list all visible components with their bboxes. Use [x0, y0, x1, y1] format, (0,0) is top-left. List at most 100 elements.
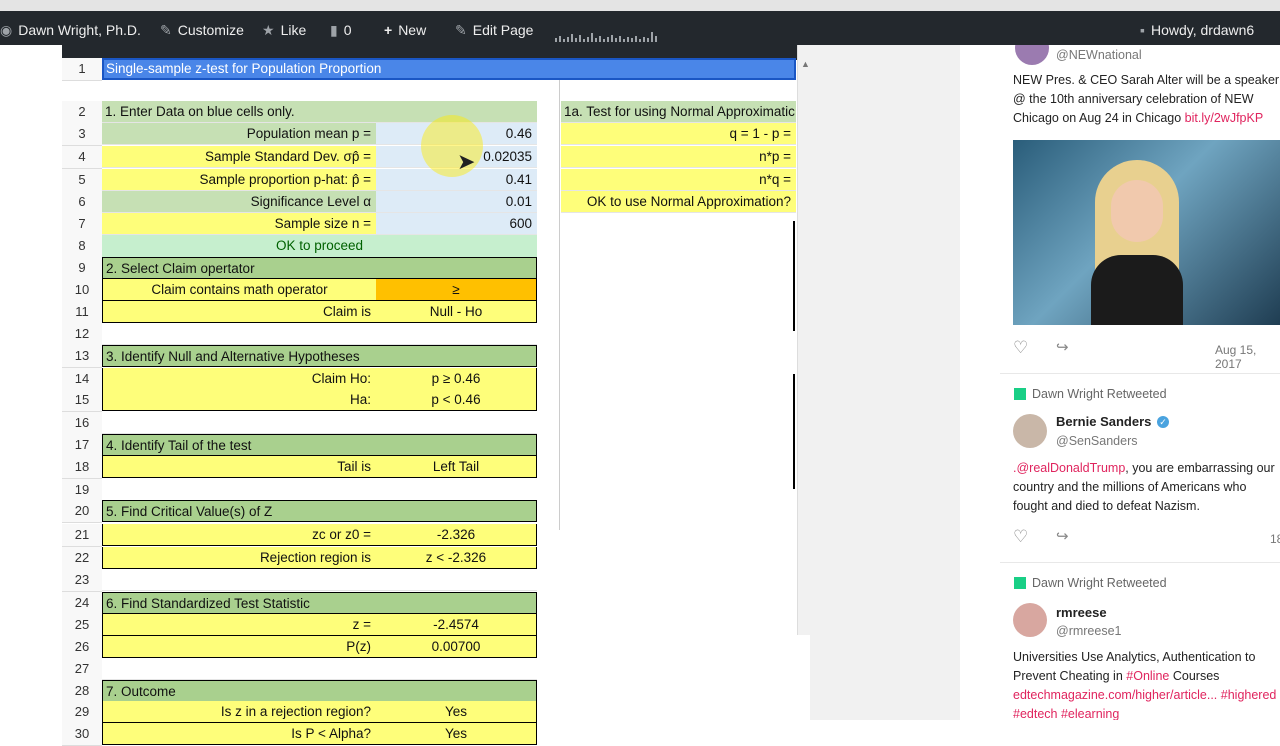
tweet-photo[interactable] — [1013, 140, 1280, 325]
value-cell[interactable] — [376, 500, 537, 522]
value-cell[interactable]: Null - Ho — [376, 301, 537, 323]
tweet-link[interactable]: bit.ly/2wJfpKP — [1185, 111, 1264, 125]
label-cell[interactable] — [102, 479, 376, 501]
new-content-link[interactable]: + New — [384, 18, 426, 42]
tweet-link[interactable]: edtechmagazine.com/higher/article... — [1013, 688, 1217, 702]
tweet-handle[interactable]: @rmreese1 — [1056, 624, 1122, 638]
label-cell[interactable]: Claim contains math operator — [102, 279, 376, 301]
value-cell[interactable]: ≥ — [376, 279, 537, 301]
label-cell[interactable]: z = — [102, 614, 376, 636]
value-cell[interactable]: -2.4574 — [376, 614, 537, 636]
value-cell[interactable] — [376, 479, 537, 501]
normal-approx-cell[interactable]: n*q = — [561, 169, 796, 191]
label-cell[interactable]: Claim is — [102, 301, 376, 323]
tweet-author-name[interactable]: rmreese — [1056, 605, 1107, 620]
scroll-up-arrow-icon[interactable]: ▲ — [801, 59, 810, 69]
tweet-handle[interactable]: @SenSanders — [1056, 434, 1138, 448]
value-cell[interactable] — [376, 257, 537, 279]
value-cell[interactable] — [376, 680, 537, 702]
label-cell[interactable]: 4. Identify Tail of the test — [102, 434, 376, 456]
value-cell[interactable]: 600 — [376, 213, 537, 235]
normal-approx-cell[interactable]: OK to use Normal Approximation? — [561, 191, 796, 213]
row-number: 4 — [62, 146, 102, 169]
value-cell[interactable] — [376, 569, 537, 591]
label-cell[interactable]: Sample proportion p-hat: p̂ = — [102, 169, 376, 191]
like-heart-icon[interactable]: ♡ — [1013, 338, 1028, 358]
label-cell[interactable]: 3. Identify Null and Alternative Hypothe… — [102, 345, 376, 367]
label-cell[interactable]: 2. Select Claim opertator — [102, 257, 376, 279]
hashtag-link[interactable]: #highered — [1221, 688, 1277, 702]
photo-clothing — [1091, 255, 1183, 325]
label-cell[interactable] — [102, 569, 376, 591]
label-cell[interactable] — [102, 658, 376, 680]
share-icon[interactable]: ↪ — [1056, 338, 1069, 356]
label-cell[interactable] — [102, 323, 376, 345]
hashtag-link[interactable]: #Online — [1126, 669, 1169, 683]
brush-icon: ✎ — [160, 22, 172, 38]
label-cell[interactable]: 6. Find Standardized Test Statistic — [102, 592, 376, 614]
value-cell[interactable] — [376, 658, 537, 680]
hashtag-link[interactable]: #edtech #elearning — [1013, 707, 1119, 720]
label-cell[interactable]: Ha: — [102, 389, 376, 411]
retweet-icon — [1014, 577, 1026, 589]
avatar[interactable] — [1015, 45, 1049, 65]
value-cell[interactable]: p ≥ 0.46 — [376, 368, 537, 390]
row-number: 5 — [62, 169, 102, 192]
value-cell[interactable]: p < 0.46 — [376, 389, 537, 411]
sheet-row-20: 20 5. Find Critical Value(s) of Z — [62, 500, 797, 523]
avatar[interactable] — [1013, 414, 1047, 448]
value-cell[interactable]: 0.01 — [376, 191, 537, 213]
site-name-link[interactable]: ◉ Dawn Wright, Ph.D. — [0, 18, 141, 42]
sheet-row-17: 17 4. Identify Tail of the test — [62, 434, 797, 457]
like-heart-icon[interactable]: ♡ — [1013, 527, 1028, 547]
avatar[interactable] — [1013, 603, 1047, 637]
customize-link[interactable]: ✎ Customize — [160, 18, 244, 42]
sheet-scrollbar[interactable]: ▲ — [797, 45, 811, 635]
stats-sparkline[interactable] — [555, 28, 657, 42]
mention-link[interactable]: .@realDonaldTrump — [1013, 461, 1125, 475]
sheet-row-30: 30 Is P < Alpha? Yes — [62, 723, 797, 746]
value-cell[interactable]: Left Tail — [376, 456, 537, 478]
value-cell[interactable]: -2.326 — [376, 524, 537, 546]
label-cell[interactable]: Significance Level α — [102, 191, 376, 213]
sheet-title[interactable]: Single-sample z-test for Population Prop… — [102, 58, 796, 80]
label-cell[interactable]: 1. Enter Data on blue cells only. — [102, 101, 376, 123]
normal-approx-cell[interactable]: n*p = — [561, 146, 796, 168]
value-cell[interactable] — [376, 345, 537, 367]
label-cell[interactable]: P(z) — [102, 636, 376, 658]
value-cell[interactable] — [376, 323, 537, 345]
share-icon[interactable]: ↪ — [1056, 527, 1069, 545]
normal-approx-cell[interactable]: q = 1 - p = — [561, 123, 796, 145]
status-cell[interactable]: OK to proceed — [102, 235, 537, 257]
label-cell[interactable]: 5. Find Critical Value(s) of Z — [102, 500, 376, 522]
value-cell[interactable]: z < -2.326 — [376, 547, 537, 569]
normal-approx-cell[interactable]: 1a. Test for using Normal Approximatic — [561, 101, 796, 123]
value-cell[interactable] — [376, 434, 537, 456]
label-cell[interactable]: Is P < Alpha? — [102, 723, 376, 745]
sheet-row-1: 1 Single-sample z-test for Population Pr… — [62, 58, 797, 81]
row-number: 16 — [62, 412, 102, 435]
label-cell[interactable] — [102, 412, 376, 434]
comments-link[interactable]: ▮ 0 — [330, 18, 352, 42]
label-cell[interactable]: Rejection region is — [102, 547, 376, 569]
like-link[interactable]: ★ Like — [262, 18, 306, 42]
tweet-date[interactable]: Aug 15, 2017 — [1215, 343, 1280, 371]
row-number: 17 — [62, 434, 102, 457]
value-cell[interactable] — [376, 592, 537, 614]
tweet-text: NEW Pres. & CEO Sarah Alter will be a sp… — [1013, 73, 1280, 125]
value-cell[interactable]: Yes — [376, 723, 537, 745]
value-cell[interactable] — [376, 412, 537, 434]
label-cell[interactable]: Sample Standard Dev. σp̂ = — [102, 146, 376, 168]
label-cell[interactable]: zc or z0 = — [102, 524, 376, 546]
label-cell[interactable]: Tail is — [102, 456, 376, 478]
label-cell[interactable]: Sample size n = — [102, 213, 376, 235]
label-cell[interactable]: 7. Outcome — [102, 680, 376, 702]
edit-page-link[interactable]: ✎ Edit Page — [455, 18, 533, 42]
label-cell[interactable]: Population mean p = — [102, 123, 376, 145]
tweet-author-name[interactable]: Bernie Sanders — [1056, 414, 1151, 429]
label-cell[interactable]: Claim Ho: — [102, 368, 376, 390]
howdy-user-menu[interactable]: ▪ Howdy, drdawn6 — [1140, 18, 1254, 42]
tweet-handle[interactable]: @NEWnational — [1056, 48, 1142, 62]
value-cell[interactable]: 0.00700 — [376, 636, 537, 658]
column-divider — [559, 80, 560, 530]
